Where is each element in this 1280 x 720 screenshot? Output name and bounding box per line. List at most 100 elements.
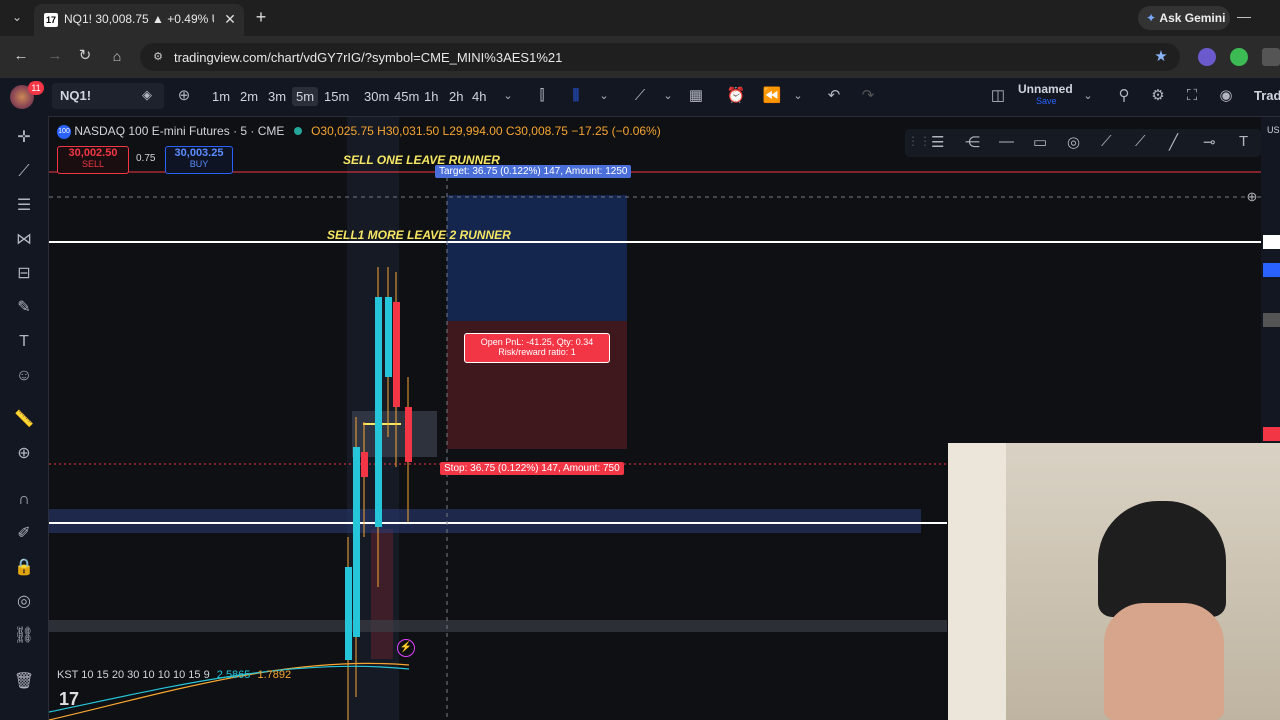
- forward-icon[interactable]: →: [46, 47, 64, 65]
- fullscreen-icon[interactable]: ⛶: [1182, 86, 1202, 106]
- brush-icon[interactable]: ✎: [12, 296, 36, 320]
- bookmark-star-icon[interactable]: ★: [1152, 48, 1170, 66]
- indicators-icon[interactable]: ⟋: [630, 86, 650, 106]
- fib-tool-icon[interactable]: ☰: [931, 133, 944, 151]
- gemini-icon: ✦: [1146, 11, 1157, 25]
- trend-line-icon[interactable]: ⟋: [12, 160, 36, 184]
- reload-icon[interactable]: ↻: [76, 47, 94, 65]
- layout-name-button[interactable]: Unnamed Save: [1018, 82, 1076, 112]
- quick-search-icon[interactable]: ⚲: [1114, 86, 1134, 106]
- ruler-icon[interactable]: 📏: [12, 408, 36, 432]
- layout-save-label: Save: [1036, 96, 1057, 106]
- tab-list-button[interactable]: ⌄: [6, 6, 28, 28]
- settings-icon[interactable]: ⚙: [1148, 86, 1168, 106]
- timeframe-4h[interactable]: 4h: [468, 87, 490, 106]
- target-label[interactable]: Target: 36.75 (0.122%) 147, Amount: 1250: [435, 165, 632, 178]
- url-field[interactable]: ⚙ tradingview.com/chart/vdGY7rIG/?symbol…: [140, 43, 1180, 71]
- line-icon[interactable]: ╱: [1169, 133, 1178, 151]
- indicators-dropdown-icon[interactable]: ⌄: [658, 86, 678, 106]
- replay-icon[interactable]: ⏪: [762, 86, 782, 106]
- layout-dropdown-icon[interactable]: ⌄: [1078, 86, 1098, 106]
- timeframe-45m[interactable]: 45m: [390, 87, 423, 106]
- pitchfork-icon[interactable]: ⋲: [965, 133, 980, 151]
- rectangle-icon[interactable]: ▭: [1033, 133, 1047, 151]
- annotation-sell-more[interactable]: SELL1 MORE LEAVE 2 RUNNER: [327, 228, 511, 242]
- horizontal-ray-icon[interactable]: ⊸: [1203, 133, 1216, 151]
- text-icon[interactable]: T: [12, 330, 36, 354]
- compare-symbol-icon[interactable]: ⊕: [174, 86, 194, 106]
- add-alert-icon[interactable]: ⊕: [1245, 190, 1259, 204]
- text-tool-icon[interactable]: T: [1239, 133, 1248, 150]
- webcam-person-face: [1104, 603, 1224, 720]
- timeframe-30m[interactable]: 30m: [360, 87, 393, 106]
- candles-icon[interactable]: ⫼: [566, 86, 586, 106]
- buy-button[interactable]: 30,003.25 BUY: [165, 146, 233, 174]
- eye-icon[interactable]: ◎: [12, 590, 36, 614]
- extension-icon-2[interactable]: [1230, 48, 1248, 66]
- magnet-icon[interactable]: ∩: [12, 488, 36, 512]
- replay-dropdown-icon[interactable]: ⌄: [788, 86, 808, 106]
- site-info-icon[interactable]: ⚙: [150, 49, 166, 65]
- tradingview-logo: 17: [59, 689, 80, 709]
- new-tab-icon[interactable]: +: [252, 8, 270, 26]
- back-icon[interactable]: ←: [12, 47, 30, 65]
- market-status-icon: [293, 127, 302, 135]
- chart-pane[interactable]: 100 NASDAQ 100 E-mini Futures · 5 · CME …: [49, 117, 1280, 720]
- price-axis-marker-white: [1263, 235, 1280, 249]
- link-icon[interactable]: ⛓: [12, 624, 36, 648]
- emoji-icon[interactable]: ☺: [12, 364, 36, 388]
- drag-handle-icon[interactable]: ⋮⋮: [907, 134, 931, 148]
- timeframe-5m[interactable]: 5m: [292, 87, 319, 106]
- timeframe-15m[interactable]: 15m: [320, 87, 353, 106]
- alert-icon[interactable]: ⏰: [726, 86, 746, 106]
- ray-icon[interactable]: ⟋: [1101, 133, 1112, 150]
- crosshair-icon[interactable]: ✛: [12, 126, 36, 150]
- timeframe-1m[interactable]: 1m: [208, 87, 234, 106]
- browser-tab[interactable]: 17 NQ1! 30,008.75 ▲ +0.49% Unn ✕: [34, 4, 244, 36]
- symbol-search[interactable]: NQ1! ◈: [52, 83, 164, 109]
- target-icon[interactable]: ◎: [1067, 133, 1080, 151]
- layout-icon[interactable]: ◫: [988, 86, 1008, 106]
- ask-gemini-button[interactable]: ✦ Ask Gemini: [1138, 6, 1230, 30]
- pnl-box[interactable]: Open PnL: -41.25, Qty: 0.34 Risk/reward …: [464, 333, 610, 363]
- chart-type-dropdown-icon[interactable]: ⌄: [594, 86, 614, 106]
- trash-icon[interactable]: 🗑: [12, 670, 36, 694]
- profile-icon[interactable]: [1262, 48, 1280, 66]
- stop-label[interactable]: Stop: 36.75 (0.122%) 147, Amount: 750: [440, 462, 624, 475]
- path-icon[interactable]: ⟋: [1135, 133, 1146, 150]
- bar-style-icon[interactable]: ⫿: [532, 86, 552, 106]
- lock-icon[interactable]: 🔒: [12, 556, 36, 580]
- timeframe-3m[interactable]: 3m: [264, 87, 290, 106]
- zoom-in-icon[interactable]: ⊕: [12, 442, 36, 466]
- pattern-icon[interactable]: ⋈: [12, 228, 36, 252]
- trade-button[interactable]: Trad: [1254, 88, 1280, 103]
- timeframe-1h[interactable]: 1h: [420, 87, 442, 106]
- lightning-icon[interactable]: ⚡: [397, 639, 415, 657]
- horizontal-line-icon[interactable]: —: [999, 133, 1014, 150]
- stay-drawing-icon[interactable]: ✐: [12, 522, 36, 546]
- timeframe-dropdown-icon[interactable]: ⌄: [498, 86, 518, 106]
- home-icon[interactable]: ⌂: [108, 47, 126, 65]
- snapshot-icon[interactable]: ◉: [1216, 86, 1236, 106]
- candle: [345, 567, 352, 660]
- close-tab-icon[interactable]: ✕: [222, 11, 238, 27]
- instrument-logo-icon: 100: [57, 124, 71, 139]
- candle: [393, 302, 400, 407]
- entry-box: [352, 411, 437, 457]
- target-zone: [447, 195, 627, 321]
- redo-icon[interactable]: ↷: [858, 86, 878, 106]
- extension-icon[interactable]: [1198, 48, 1216, 66]
- chart-top-toolbar: 11 NQ1! ◈ ⊕ ⌄ ⫿ ⫼ ⌄ ⟋ ⌄ ▦ ⏰ ⏪ ⌄ ↶ ↷ ◫ Un…: [0, 78, 1280, 117]
- timeframe-2h[interactable]: 2h: [445, 87, 467, 106]
- sell-label: SELL: [81, 159, 105, 169]
- undo-icon[interactable]: ↶: [824, 86, 844, 106]
- minimize-icon[interactable]: —: [1236, 8, 1252, 24]
- templates-icon[interactable]: ▦: [686, 86, 706, 106]
- forecast-icon[interactable]: ⊟: [12, 262, 36, 286]
- sell-price: 30,002.50: [68, 147, 118, 159]
- timeframe-2m[interactable]: 2m: [236, 87, 262, 106]
- fib-icon[interactable]: ☰: [12, 194, 36, 218]
- price-axis-marker-blue: [1263, 263, 1280, 277]
- sell-button[interactable]: 30,002.50 SELL: [57, 146, 129, 174]
- symbol-info-icon[interactable]: ◈: [142, 87, 152, 103]
